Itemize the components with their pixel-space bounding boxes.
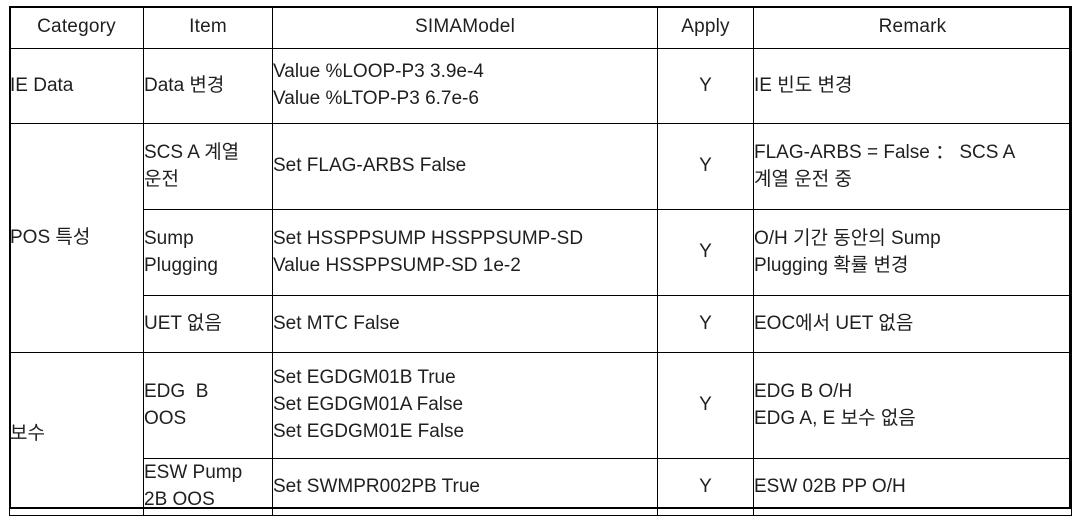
text-line: Set EGDGM01B True	[273, 367, 456, 389]
text-line: Data 변경	[144, 74, 225, 96]
cell-apply: Y	[657, 123, 754, 210]
text-line: OOS	[144, 407, 187, 429]
text-line: UET 없음	[144, 312, 222, 334]
cell-remark: IE 빈도 변경	[753, 48, 1072, 124]
cell-category: IE Data	[9, 48, 144, 124]
text-line: Set HSSPPSUMP HSSPPSUMP-SD	[273, 227, 584, 249]
cell-item: EDG B OOS	[143, 352, 273, 459]
text-line: IE 빈도 변경	[754, 74, 853, 96]
item-lines: SCS A 계열운전	[144, 140, 272, 194]
text-line: ESW 02B PP O/H	[754, 475, 906, 497]
item-lines: Data 변경	[144, 73, 272, 100]
text-line: Set EGDGM01A False	[273, 394, 464, 416]
cell-remark: EDG B O/H EDG A, E 보수 없음	[753, 352, 1072, 459]
table-row: 보수 EDG B OOS Set EGDGM01B True Set EGDGM01…	[9, 352, 1072, 516]
text-line: Value %LOOP-P3 3.9e-4	[273, 61, 484, 83]
column-header-remark: Remark	[753, 6, 1072, 49]
cell-item: Sump Plugging	[143, 209, 273, 296]
model-lines: Set FLAG-ARBS False	[273, 153, 657, 180]
model-lines: Set SWMPR002PB True	[273, 474, 657, 501]
cell-apply: Y	[657, 458, 754, 516]
text-line: FLAG-ARBS = False ： SCS A	[754, 141, 1016, 163]
text-line: 계열 운전 중	[754, 168, 852, 190]
column-header-item: Item	[143, 6, 273, 49]
table-row: POS 특성 SCS A 계열 운전 Set FLAG-ARBS False Y …	[9, 123, 1072, 353]
cell-apply: Y	[657, 352, 754, 459]
text-line: Value HSSPPSUMP-SD 1e-2	[273, 254, 521, 276]
text-line: SCS A 계열	[144, 141, 240, 163]
text-line: 2B OOS	[144, 489, 215, 510]
cell-remark: FLAG-ARBS = False ： SCS A 계열 운전 중	[753, 123, 1072, 210]
remark-lines: FLAG-ARBS = False ： SCS A 계열 운전 중	[754, 140, 1071, 194]
table-row: UET 없음 Set MTC False Y EOC에서 UET 없음	[10, 295, 1072, 353]
cell-simamodel: Set SWMPR002PB True	[272, 458, 658, 516]
remark-lines: O/H 기간 동안의 Sump Plugging 확률 변경	[754, 226, 1071, 280]
text-line: Sump	[144, 227, 194, 249]
text-line: O/H 기간 동안의 Sump	[754, 227, 941, 249]
text-line: Set EGDGM01E False	[273, 420, 465, 442]
cell-simamodel: Set EGDGM01B True Set EGDGM01A False Set E…	[272, 352, 658, 459]
text-line: EOC에서 UET 없음	[754, 312, 914, 334]
remark-lines: EDG B O/H EDG A, E 보수 없음	[754, 379, 1071, 433]
cell-simamodel: Set MTC False	[272, 295, 658, 353]
column-header-simamodel: SIMAModel	[272, 6, 658, 49]
sima-model-spec-table: Category Item SIMAModel Apply Remark IE …	[9, 6, 1072, 516]
table-header-row: Category Item SIMAModel Apply Remark	[9, 6, 1072, 49]
cell-category: POS 특성	[9, 123, 144, 353]
table-header: Category Item SIMAModel Apply Remark	[9, 6, 1072, 49]
table-body: IE Data Data 변경 Value %LOOP-P3 3.9e-4 Val…	[9, 48, 1072, 516]
cell-item: UET 없음	[143, 295, 273, 353]
text-line: Value %LTOP-P3 6.7e-6	[273, 88, 479, 109]
item-lines: ESW Pump 2B OOS	[144, 460, 272, 514]
text-line: ESW Pump	[144, 462, 243, 484]
table-row: ESW Pump 2B OOS Set SWMPR002PB True Y ESW…	[10, 458, 1072, 516]
item-lines: EDG B OOS	[144, 379, 272, 433]
cell-simamodel: Value %LOOP-P3 3.9e-4 Value %LTOP-P3 6.7e…	[272, 48, 658, 124]
text-line: EDG B	[144, 380, 209, 402]
document-sheet: Category Item SIMAModel Apply Remark IE …	[0, 0, 1083, 521]
remark-lines: IE 빈도 변경	[754, 73, 1071, 100]
text-line: EDG B O/H	[754, 380, 853, 402]
cell-remark: O/H 기간 동안의 Sump Plugging 확률 변경	[753, 209, 1072, 296]
cell-apply: Y	[657, 295, 754, 353]
item-lines: UET 없음	[144, 311, 272, 338]
text-line: Set FLAG-ARBS False	[273, 155, 467, 177]
cell-simamodel: Set FLAG-ARBS False	[272, 123, 658, 210]
remark-lines: EOC에서 UET 없음	[754, 311, 1071, 338]
cell-simamodel: Set HSSPPSUMP HSSPPSUMP-SD Value HSSPPSUM…	[272, 209, 658, 296]
model-lines: Set MTC False	[273, 311, 657, 338]
model-lines: Set EGDGM01B True Set EGDGM01A False Set E…	[273, 365, 657, 446]
table-row: IE Data Data 변경 Value %LOOP-P3 3.9e-4 Val…	[9, 48, 1072, 124]
item-lines: Sump Plugging	[144, 226, 272, 280]
table-row: Sump Plugging Set HSSPPSUMP HSSPPSUMP-SD V…	[10, 209, 1072, 296]
cell-remark: ESW 02B PP O/H	[753, 458, 1072, 516]
text-line: Set SWMPR002PB True	[273, 475, 480, 497]
text-line: Set MTC False	[273, 312, 400, 334]
cell-apply: Y	[657, 209, 754, 296]
text-line: EDG A, E 보수 없음	[754, 407, 916, 429]
text-line: Plugging 확률 변경	[754, 254, 909, 276]
cell-item: Data 변경	[143, 48, 273, 124]
column-header-apply: Apply	[657, 6, 754, 49]
cell-remark: EOC에서 UET 없음	[753, 295, 1072, 353]
cell-item: ESW Pump 2B OOS	[143, 458, 273, 516]
remark-lines: ESW 02B PP O/H	[754, 474, 1071, 501]
cell-apply: Y	[657, 48, 754, 124]
model-lines: Set HSSPPSUMP HSSPPSUMP-SD Value HSSPPSUM…	[273, 226, 657, 280]
model-lines: Value %LOOP-P3 3.9e-4 Value %LTOP-P3 6.7e…	[273, 59, 657, 113]
cell-category: 보수	[9, 352, 144, 516]
cell-item: SCS A 계열운전	[143, 123, 273, 210]
text-line: Plugging	[144, 254, 218, 276]
column-header-category: Category	[9, 6, 144, 49]
text-line: 운전	[144, 168, 179, 190]
